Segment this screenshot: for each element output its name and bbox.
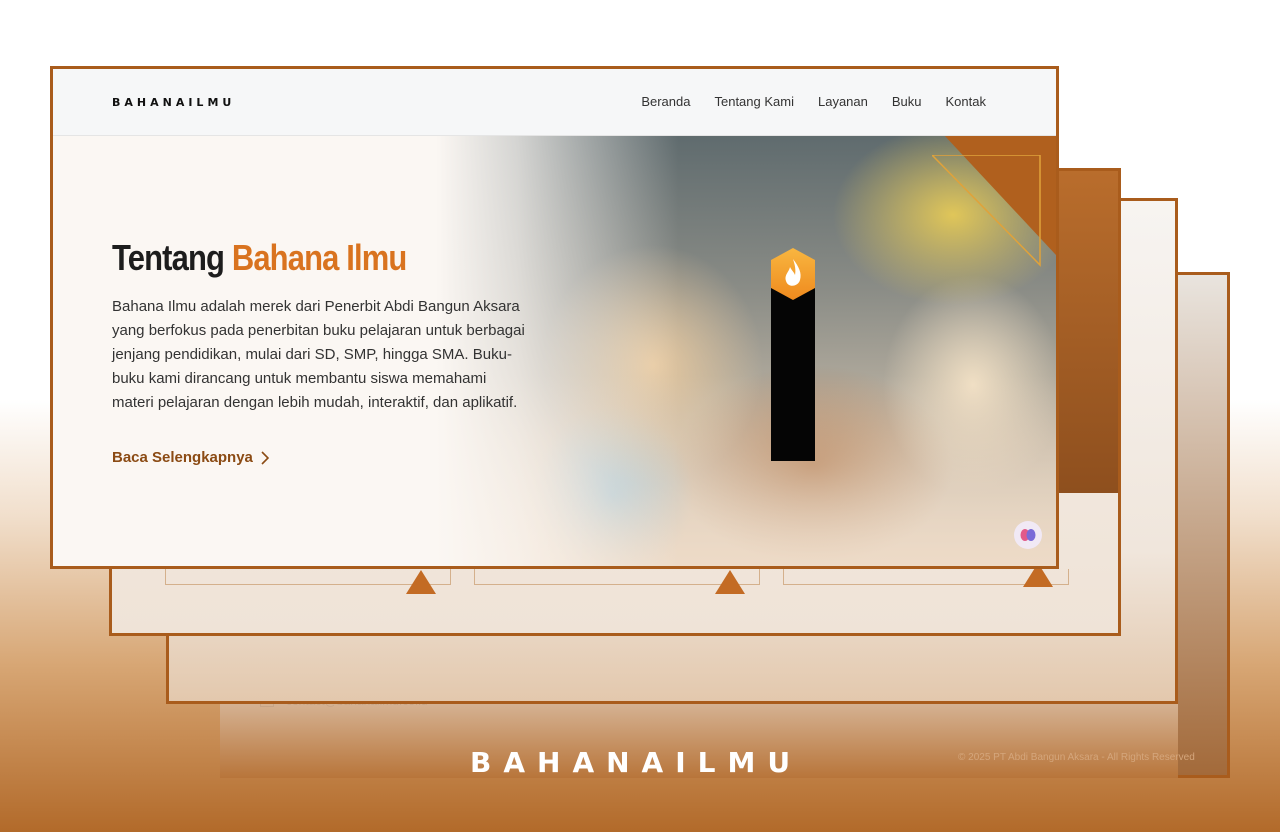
website-preview: BAHANAILMU Beranda Tentang Kami Layanan …: [50, 66, 1059, 569]
sheet-photo: [1056, 171, 1118, 493]
chevron-right-icon: [261, 450, 269, 465]
flame-icon: [771, 248, 815, 300]
footer-copyright: © 2025 PT Abdi Bangun Aksara - All Right…: [958, 752, 1195, 763]
read-more-label: Baca Selengkapnya: [112, 449, 253, 466]
corner-outline: [932, 155, 1041, 267]
nav-link-tentang-kami[interactable]: Tentang Kami: [714, 94, 794, 109]
navbar: BAHANAILMU Beranda Tentang Kami Layanan …: [53, 69, 1056, 136]
brand-logo[interactable]: BAHANAILMU: [112, 96, 235, 109]
hero-description: Bahana Ilmu adalah merek dari Penerbit A…: [112, 298, 525, 411]
triangle-icon: [406, 570, 436, 594]
nav-link-buku[interactable]: Buku: [892, 94, 922, 109]
nav-link-kontak[interactable]: Kontak: [946, 94, 986, 109]
sheet-edge-strip: [1178, 272, 1230, 778]
read-more-link[interactable]: Baca Selengkapnya: [112, 449, 269, 466]
hero-title-prefix: Tentang: [112, 237, 232, 278]
hero-title: Tentang Bahana Ilmu: [112, 237, 407, 279]
footer-brand-logo: BAHANAILMU: [470, 746, 803, 779]
scroll-indicator-bar: [771, 283, 815, 461]
brain-icon[interactable]: [1014, 521, 1042, 549]
nav-link-layanan[interactable]: Layanan: [818, 94, 868, 109]
nav-link-beranda[interactable]: Beranda: [641, 94, 690, 109]
triangle-icon: [715, 570, 745, 594]
nav-menu: Beranda Tentang Kami Layanan Buku Kontak: [641, 94, 986, 109]
hero-title-accent: Bahana Ilmu: [231, 237, 407, 278]
